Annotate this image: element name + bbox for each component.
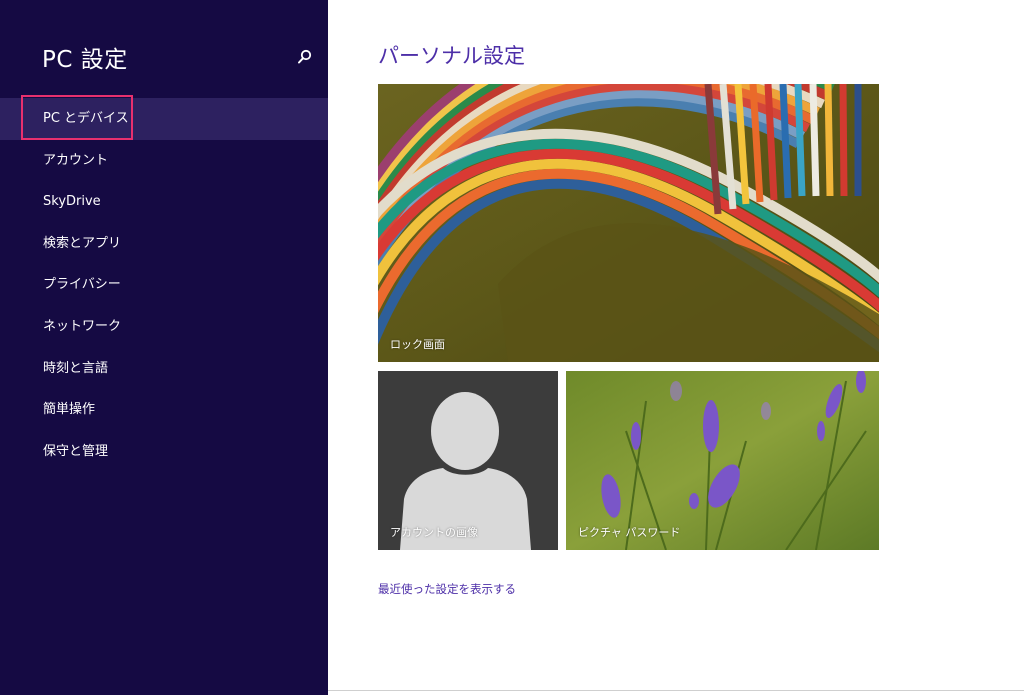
sidebar: PC 設定 PC とデバイス アカウント SkyDrive 検索とアプリ プライ…: [0, 0, 328, 695]
account-picture-tile[interactable]: アカウントの画像: [378, 371, 558, 550]
sidebar-title: PC 設定: [42, 47, 128, 73]
sidebar-item-label: プライバシー: [43, 277, 121, 293]
sidebar-item-label: SkyDrive: [43, 194, 101, 210]
sidebar-item-label: ネットワーク: [43, 318, 122, 334]
recent-settings-link[interactable]: 最近使った設定を表示する: [378, 581, 516, 597]
main-content: パーソナル設定 ロック画面 アカウントの画像 ピクチャ パスワード 最近使った設…: [328, 0, 1024, 695]
sidebar-item-label: 検索とアプリ: [43, 235, 122, 251]
sidebar-item-ease-of-access[interactable]: 簡単操作: [0, 389, 328, 431]
picture-password-label: ピクチャ パスワード: [578, 526, 681, 539]
sidebar-item-label: 時刻と言語: [43, 360, 109, 376]
lock-screen-tile[interactable]: ロック画面: [378, 84, 879, 362]
sidebar-item-label: 保守と管理: [43, 443, 109, 459]
sidebar-item-pc-devices[interactable]: PC とデバイス: [0, 98, 328, 140]
sidebar-item-accounts[interactable]: アカウント: [0, 140, 328, 182]
sidebar-item-label: アカウント: [43, 152, 109, 168]
lock-screen-image: [378, 84, 879, 362]
sidebar-item-update-recovery[interactable]: 保守と管理: [0, 431, 328, 473]
search-icon: [298, 49, 312, 64]
picture-password-tile[interactable]: ピクチャ パスワード: [566, 371, 879, 550]
lock-screen-label: ロック画面: [390, 338, 445, 351]
sidebar-item-time-language[interactable]: 時刻と言語: [0, 348, 328, 390]
sidebar-item-label: 簡単操作: [43, 402, 96, 418]
sidebar-item-skydrive[interactable]: SkyDrive: [0, 181, 328, 223]
sidebar-item-network[interactable]: ネットワーク: [0, 306, 328, 348]
sidebar-item-label: PC とデバイス: [43, 111, 129, 126]
page-title: パーソナル設定: [378, 44, 525, 68]
sidebar-item-privacy[interactable]: プライバシー: [0, 264, 328, 306]
bottom-divider: [328, 690, 1024, 691]
sidebar-nav: PC とデバイス アカウント SkyDrive 検索とアプリ プライバシー ネッ…: [0, 98, 328, 472]
search-button[interactable]: [296, 48, 314, 66]
sidebar-item-search-apps[interactable]: 検索とアプリ: [0, 223, 328, 265]
account-picture-label: アカウントの画像: [390, 526, 478, 539]
